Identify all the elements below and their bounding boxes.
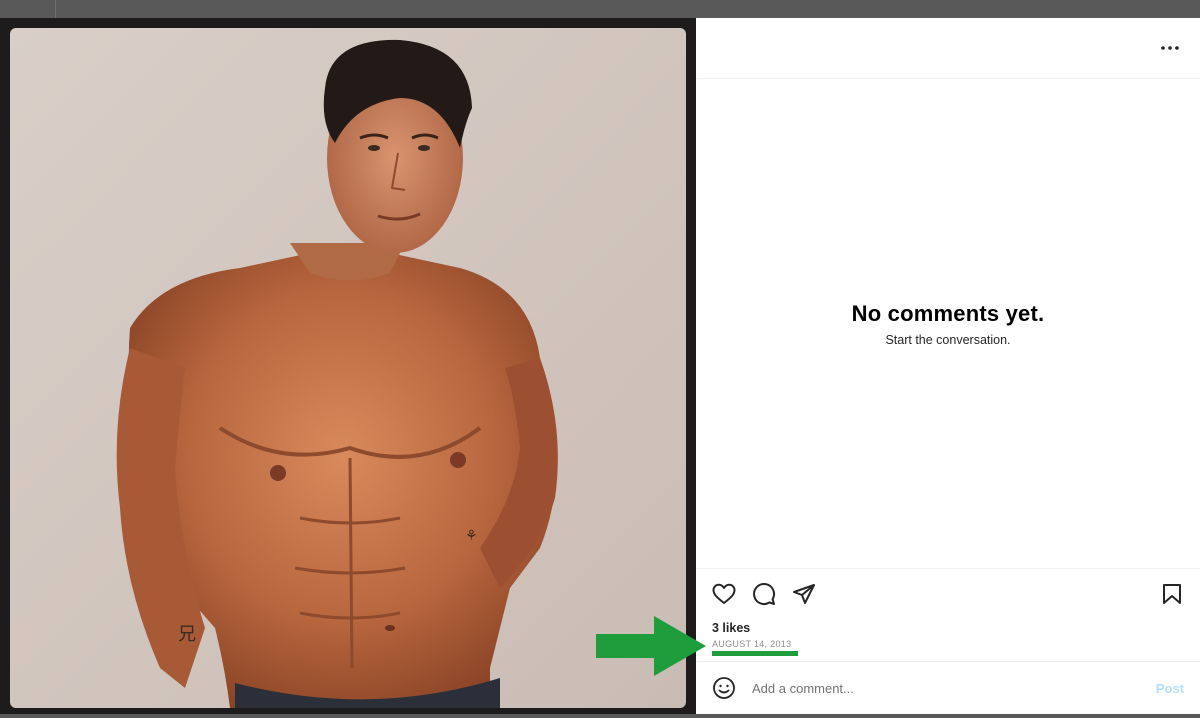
comment-composer: Post [696,661,1200,714]
send-icon [793,584,815,604]
bookmark-icon [1163,584,1181,604]
comment-input[interactable] [750,679,1156,697]
post-modal: 兄 ⚘ No comments yet. Start the conversat… [0,18,1200,718]
empty-comments-title: No comments yet. [851,300,1045,326]
comment-button[interactable] [752,582,776,606]
post-image-graphic: 兄 ⚘ [10,28,686,708]
heart-icon [712,583,736,604]
comment-icon [753,583,776,605]
backdrop-divider [55,0,56,18]
post-comment-button[interactable]: Post [1156,681,1184,696]
post-date-text: AUGUST 14, 2013 [712,639,792,649]
more-options-button[interactable] [1158,36,1182,60]
panel-header [696,18,1200,79]
svg-text:兄: 兄 [178,624,196,645]
emoji-button[interactable] [712,676,736,700]
post-media: 兄 ⚘ [0,18,696,714]
post-image[interactable]: 兄 ⚘ [10,28,686,708]
comments-section: No comments yet. Start the conversation. [696,79,1200,569]
share-button[interactable] [792,582,816,606]
post-side-panel: No comments yet. Start the conversation. [696,18,1200,714]
empty-comments-subtitle: Start the conversation. [885,332,1011,347]
arrow-right-icon [596,616,706,676]
like-button[interactable] [712,582,736,606]
likes-count[interactable]: 3 likes [696,619,1200,637]
save-button[interactable] [1160,582,1184,606]
post-actions-bar [696,569,1200,619]
post-date[interactable]: AUGUST 14, 2013 [696,637,1200,656]
date-highlight-underline [712,651,798,656]
svg-text:⚘: ⚘ [465,528,478,544]
more-horizontal-icon [1161,46,1179,50]
emoji-icon [713,677,735,699]
